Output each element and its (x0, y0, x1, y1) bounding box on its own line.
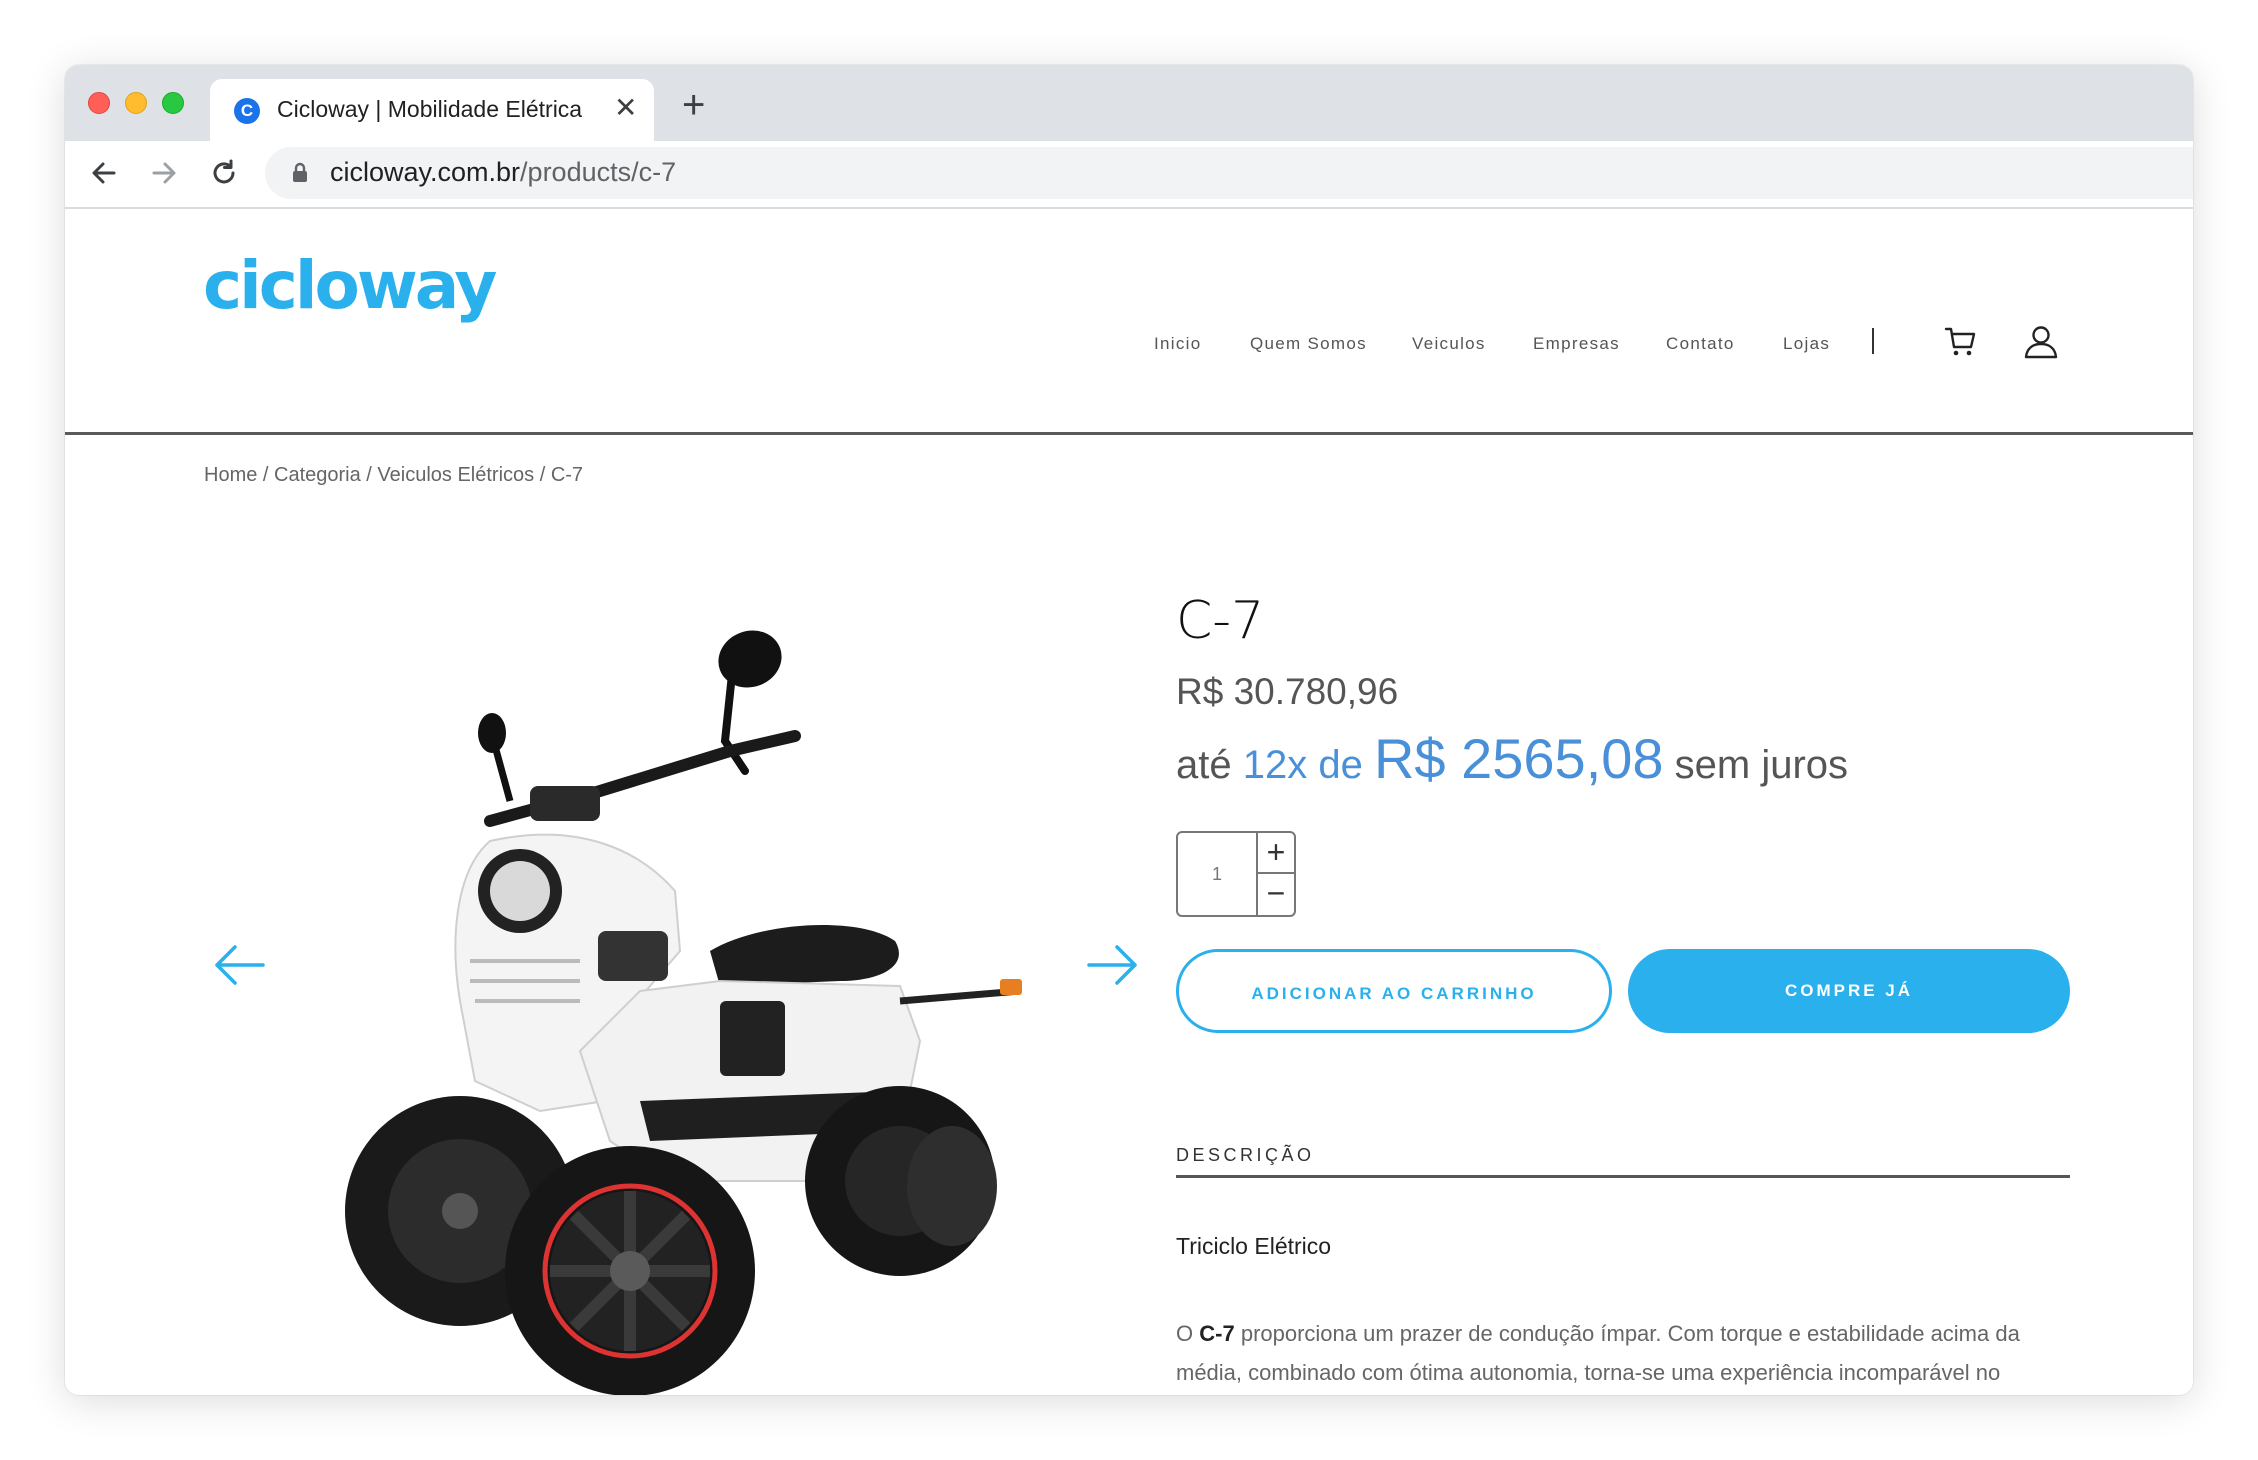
installment-value: R$ 2565,08 (1373, 727, 1664, 790)
nav-link-veiculos[interactable]: Veiculos (1412, 334, 1486, 354)
description-model: C-7 (1199, 1321, 1235, 1346)
favicon-icon: C (234, 98, 260, 124)
screenshot-stage: C Cicloway | Mobilidade Elétrica ✕ + cic… (0, 0, 2258, 1460)
arrow-left-icon[interactable] (211, 941, 267, 989)
nav-link-contato[interactable]: Contato (1666, 334, 1735, 354)
browser-tab[interactable]: C Cicloway | Mobilidade Elétrica ✕ (210, 79, 654, 141)
installment-prefix: até (1176, 743, 1232, 787)
minimize-window-button[interactable] (125, 92, 147, 114)
address-bar[interactable]: cicloway.com.br/products/c-7 (265, 147, 2193, 199)
website: cicloway Inicio Quem Somos Veiculos Empr… (65, 211, 2193, 1395)
browser-window: C Cicloway | Mobilidade Elétrica ✕ + cic… (65, 65, 2193, 1395)
reload-button[interactable] (204, 153, 244, 193)
quantity-increase-button[interactable]: + (1256, 833, 1294, 874)
logo-text: cicloway (203, 247, 497, 324)
tab-close-icon[interactable]: ✕ (614, 93, 637, 123)
close-window-button[interactable] (88, 92, 110, 114)
description-divider (1176, 1175, 2070, 1178)
site-header: cicloway Inicio Quem Somos Veiculos Empr… (65, 211, 2193, 435)
product-price: R$ 30.780,96 (1176, 671, 1399, 712)
url-domain: cicloway.com.br (330, 157, 521, 187)
forward-button[interactable] (144, 153, 184, 193)
nav-link-lojas[interactable]: Lojas (1783, 334, 1830, 354)
quantity-stepper: 1 + − (1176, 831, 1296, 917)
buy-now-button[interactable]: COMPRE JÁ (1628, 949, 2070, 1033)
product-gallery (205, 621, 1155, 1395)
arrow-left-icon (92, 162, 116, 184)
tab-strip: C Cicloway | Mobilidade Elétrica ✕ + (65, 65, 2193, 141)
reload-icon (213, 159, 235, 184)
tab-description[interactable]: DESCRIÇÃO (1176, 1145, 1315, 1166)
site-logo[interactable]: cicloway (203, 241, 523, 331)
installment-info: até 12x de R$ 2565,08 sem juros (1176, 726, 1848, 791)
description-prefix: O (1176, 1321, 1194, 1346)
tab-title: Cicloway | Mobilidade Elétrica (277, 96, 583, 122)
nav-divider (1872, 328, 1874, 354)
installment-suffix: sem juros (1674, 743, 1849, 787)
browser-toolbar: cicloway.com.br/products/c-7 (65, 141, 2193, 209)
arrow-right-icon (152, 162, 176, 184)
user-icon[interactable] (2022, 323, 2060, 361)
description-subtitle: Triciclo Elétrico (1176, 1233, 1332, 1259)
nav-link-empresas[interactable]: Empresas (1533, 334, 1620, 354)
quantity-input[interactable]: 1 (1178, 833, 1256, 915)
url-path: /products/c-7 (520, 157, 677, 187)
product-title: C-7 (1176, 591, 1265, 651)
back-button[interactable] (84, 153, 124, 193)
nav-link-inicio[interactable]: Inicio (1154, 334, 1202, 354)
breadcrumb[interactable]: Home / Categoria / Veiculos Elétricos / … (204, 464, 583, 487)
lock-icon[interactable] (287, 160, 313, 186)
url-text[interactable]: cicloway.com.br/products/c-7 (330, 157, 676, 188)
description-text: O C-7 proporciona um prazer de condução … (1176, 1314, 2056, 1395)
cart-icon[interactable] (1943, 323, 1979, 359)
installment-count: 12x de (1242, 743, 1363, 787)
quantity-decrease-button[interactable]: − (1256, 874, 1294, 915)
nav-link-quem-somos[interactable]: Quem Somos (1250, 334, 1367, 354)
product-image[interactable] (340, 621, 1100, 1395)
new-tab-button[interactable]: + (682, 85, 705, 125)
maximize-window-button[interactable] (162, 92, 184, 114)
add-to-cart-button[interactable]: ADICIONAR AO CARRINHO (1176, 949, 1612, 1033)
description-body: proporciona um prazer de condução ímpar.… (1176, 1321, 2020, 1385)
